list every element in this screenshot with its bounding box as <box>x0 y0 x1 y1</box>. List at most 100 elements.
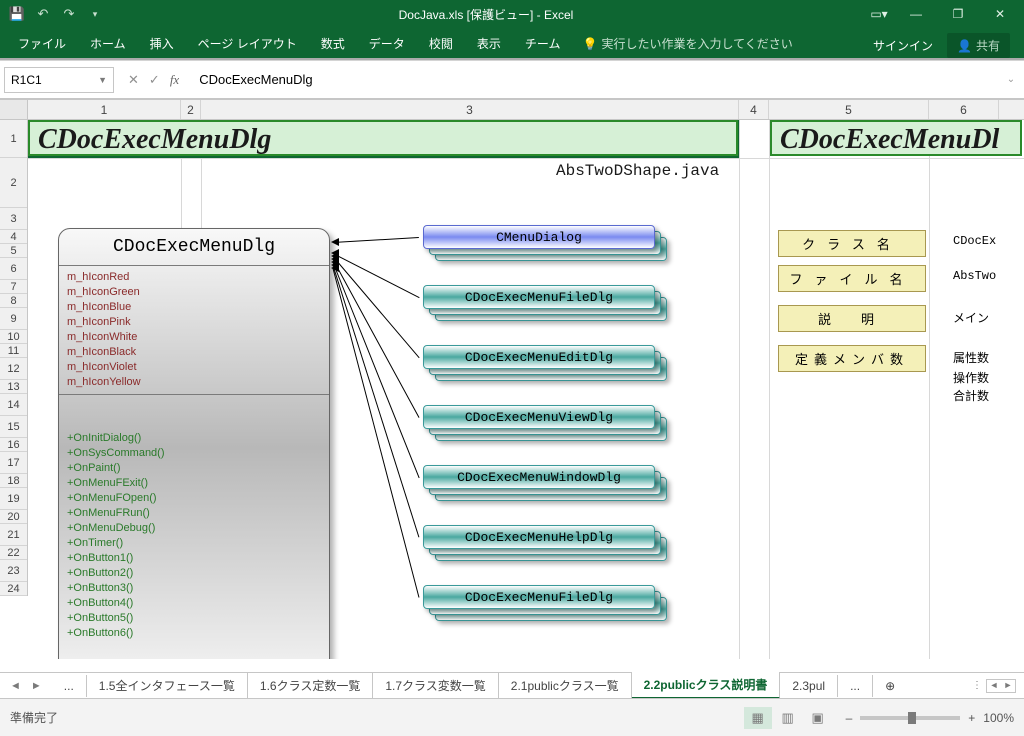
chevron-down-icon[interactable]: ▼ <box>98 75 107 85</box>
status-bar: 準備完了 ▦ ▥ ▣ – + 100% <box>0 698 1024 736</box>
row-header[interactable]: 16 <box>0 438 27 452</box>
side-value: メイン <box>953 309 989 326</box>
status-ready: 準備完了 <box>10 709 744 726</box>
attr: m_hIconBlue <box>67 300 321 315</box>
row-header[interactable]: 21 <box>0 524 27 546</box>
tab-insert[interactable]: 挿入 <box>138 29 186 58</box>
col-header-3[interactable]: 3 <box>201 100 739 119</box>
tab-pagelayout[interactable]: ページ レイアウト <box>186 29 309 58</box>
worksheet[interactable]: 1 2 3 4 5 6 1 2 3 4 5 6 7 8 9 10 11 12 1… <box>0 99 1024 659</box>
tab-nav[interactable]: ◄ ► <box>0 678 52 694</box>
cancel-icon[interactable]: ✕ <box>128 72 139 88</box>
tab-file[interactable]: ファイル <box>6 29 78 58</box>
tab-home[interactable]: ホーム <box>78 29 138 58</box>
select-all-corner[interactable] <box>0 100 28 119</box>
fx-icon[interactable]: fx <box>170 72 179 88</box>
java-filename: AbsTwoDShape.java <box>556 162 719 180</box>
tab-view[interactable]: 表示 <box>465 29 513 58</box>
normal-view-icon[interactable]: ▦ <box>744 707 772 729</box>
share-button[interactable]: 👤 共有 <box>947 33 1010 58</box>
redo-icon[interactable]: ↷ <box>58 3 80 25</box>
cell-grid[interactable]: CDocExecMenuDlg CDocExecMenuDl AbsTwoDSh… <box>28 120 1024 659</box>
row-header[interactable]: 5 <box>0 244 27 258</box>
bulb-icon: 💡 <box>582 37 597 51</box>
undo-icon[interactable]: ↶ <box>32 3 54 25</box>
tab-data[interactable]: データ <box>357 29 417 58</box>
tab-team[interactable]: チーム <box>513 29 573 58</box>
label-members: 定義メンバ数 <box>778 345 926 372</box>
page-layout-icon[interactable]: ▥ <box>774 707 802 729</box>
col-header-2[interactable]: 2 <box>181 100 201 119</box>
row-header[interactable]: 15 <box>0 416 27 438</box>
row-header[interactable]: 8 <box>0 294 27 308</box>
sheet-tab-active[interactable]: 2.2publicクラス説明書 <box>632 672 781 699</box>
arrow-line <box>333 268 420 597</box>
sheet-tab[interactable]: 2.3pul <box>780 675 838 697</box>
tab-review[interactable]: 校閲 <box>417 29 465 58</box>
name-box[interactable]: R1C1 ▼ <box>4 67 114 93</box>
col-header-5[interactable]: 5 <box>769 100 929 119</box>
window-title: DocJava.xls [保護ビュー] - Excel <box>112 6 860 23</box>
row-header[interactable]: 20 <box>0 510 27 524</box>
qat-dropdown-icon[interactable]: ▾ <box>84 3 106 25</box>
sheet-tab[interactable]: 2.1publicクラス一覧 <box>499 673 632 698</box>
row-header[interactable]: 2 <box>0 158 27 208</box>
arrow-line <box>333 262 420 477</box>
zoom-slider[interactable] <box>860 716 960 720</box>
row-header[interactable]: 11 <box>0 344 27 358</box>
tab-first-icon[interactable]: ◄ <box>6 678 25 694</box>
method: +OnInitDialog() <box>67 431 321 446</box>
row-header[interactable]: 9 <box>0 308 27 330</box>
row-header[interactable]: 24 <box>0 582 27 596</box>
row-header[interactable]: 7 <box>0 280 27 294</box>
row-header[interactable]: 13 <box>0 380 27 394</box>
arrow-line <box>333 253 419 298</box>
sheet-tab[interactable]: 1.5全インタフェース一覧 <box>87 673 248 698</box>
restore-button[interactable]: ❐ <box>938 2 978 26</box>
save-icon[interactable]: 💾 <box>6 3 28 25</box>
tell-me[interactable]: 💡 実行したい作業を入力してください <box>572 29 802 58</box>
hscroll-bar[interactable]: ◄► <box>986 679 1016 693</box>
row-header[interactable]: 22 <box>0 546 27 560</box>
ribbon-options-icon[interactable]: ▭▾ <box>864 2 894 26</box>
zoom-out-button[interactable]: – <box>846 711 853 725</box>
row-header[interactable]: 14 <box>0 394 27 416</box>
row-header[interactable]: 17 <box>0 452 27 474</box>
row-header[interactable]: 12 <box>0 358 27 380</box>
share-label: 共有 <box>976 37 1000 54</box>
signin-button[interactable]: サインイン <box>867 33 939 58</box>
minimize-button[interactable]: ― <box>896 2 936 26</box>
sheet-tab-more[interactable]: ... <box>52 675 87 697</box>
row-header[interactable]: 19 <box>0 488 27 510</box>
zoom-in-button[interactable]: + <box>968 711 975 725</box>
row-header[interactable]: 3 <box>0 208 27 230</box>
page-break-icon[interactable]: ▣ <box>804 707 832 729</box>
related-class-box: CDocExecMenuFileDlg <box>423 285 655 309</box>
sheet-tab[interactable]: 1.7クラス変数一覧 <box>373 673 498 698</box>
confirm-icon[interactable]: ✓ <box>149 72 160 88</box>
side-value: 属性数 <box>953 349 989 366</box>
close-button[interactable]: ✕ <box>980 2 1020 26</box>
col-header-4[interactable]: 4 <box>739 100 769 119</box>
related-class-box: CDocExecMenuFileDlg <box>423 585 655 609</box>
class-title-cell-2: CDocExecMenuDl <box>770 120 1022 156</box>
row-header[interactable]: 23 <box>0 560 27 582</box>
sheet-tab[interactable]: 1.6クラス定数一覧 <box>248 673 373 698</box>
tab-formulas[interactable]: 数式 <box>309 29 357 58</box>
method: +OnButton4() <box>67 596 321 611</box>
sheet-tab-more2[interactable]: ... <box>838 675 873 697</box>
new-sheet-button[interactable]: ⊕ <box>873 675 907 697</box>
formula-input[interactable] <box>193 67 1002 93</box>
row-header[interactable]: 10 <box>0 330 27 344</box>
col-header-6[interactable]: 6 <box>929 100 999 119</box>
row-header[interactable]: 4 <box>0 230 27 244</box>
zoom-level[interactable]: 100% <box>983 711 1014 725</box>
row-header[interactable]: 18 <box>0 474 27 488</box>
row-header[interactable]: 6 <box>0 258 27 280</box>
name-box-value: R1C1 <box>11 73 42 87</box>
col-header-1[interactable]: 1 <box>28 100 181 119</box>
window-controls: ▭▾ ― ❐ ✕ <box>860 2 1024 26</box>
row-header[interactable]: 1 <box>0 120 27 158</box>
tab-next-icon[interactable]: ► <box>27 678 46 694</box>
expand-formula-icon[interactable]: ⌄ <box>1002 74 1020 85</box>
